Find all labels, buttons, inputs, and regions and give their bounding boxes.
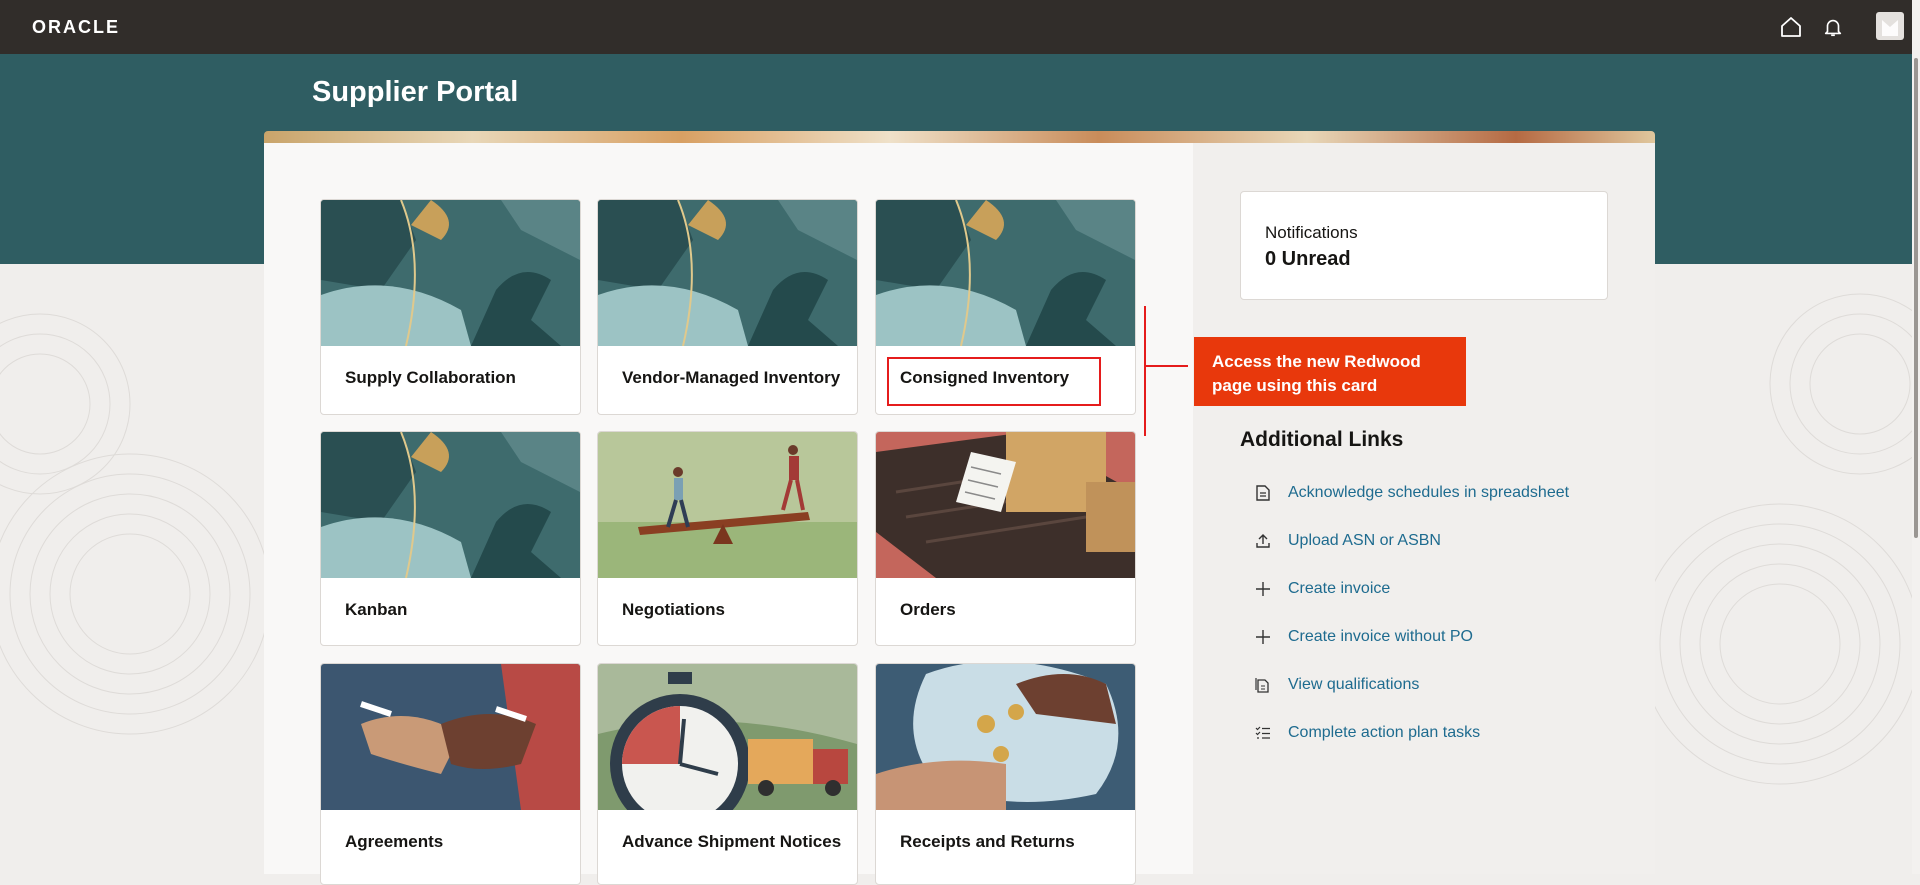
card-image: [876, 664, 1135, 810]
card-image: [321, 664, 580, 810]
upload-icon: [1254, 532, 1272, 550]
card-image: [876, 432, 1135, 578]
link-view-qualifications[interactable]: View qualifications: [1254, 673, 1419, 697]
card-kanban[interactable]: Kanban: [320, 431, 581, 646]
card-label: Supply Collaboration: [345, 368, 516, 387]
plus-icon: [1254, 580, 1272, 598]
link-acknowledge-schedules[interactable]: Acknowledge schedules in spreadsheet: [1254, 481, 1569, 505]
checklist-icon: [1254, 724, 1272, 742]
card-label: Negotiations: [622, 600, 725, 619]
documents-icon: [1254, 676, 1272, 694]
link-complete-action-plan[interactable]: Complete action plan tasks: [1254, 721, 1480, 745]
card-agreements[interactable]: Agreements: [320, 663, 581, 885]
card-image: [321, 432, 580, 578]
card-label: Consigned Inventory: [900, 368, 1070, 387]
link-label: Upload ASN or ASBN: [1288, 532, 1441, 549]
link-upload-asn[interactable]: Upload ASN or ASBN: [1254, 529, 1441, 553]
bell-icon[interactable]: [1820, 14, 1846, 40]
link-label: Create invoice without PO: [1288, 628, 1473, 645]
page-title: Supplier Portal: [312, 76, 519, 108]
link-label: View qualifications: [1288, 676, 1420, 693]
notifications-title: Notifications: [1265, 223, 1358, 242]
home-icon[interactable]: [1778, 14, 1804, 40]
card-orders[interactable]: Orders: [875, 431, 1136, 646]
card-vendor-managed-inventory[interactable]: Vendor-Managed Inventory: [597, 199, 858, 415]
card-image: [598, 432, 857, 578]
card-supply-collaboration[interactable]: Supply Collaboration: [320, 199, 581, 415]
notifications-card[interactable]: Notifications 0 Unread: [1240, 191, 1608, 300]
card-label: Kanban: [345, 600, 408, 619]
oracle-logo[interactable]: ORACLE: [32, 17, 120, 38]
link-create-invoice[interactable]: Create invoice: [1254, 577, 1390, 601]
card-advance-shipment-notices[interactable]: Advance Shipment Notices: [597, 663, 858, 885]
card-image: [598, 664, 857, 810]
link-label: Acknowledge schedules in spreadsheet: [1288, 484, 1570, 501]
card-image: [598, 200, 857, 346]
card-label: Vendor-Managed Inventory: [622, 368, 841, 387]
link-create-invoice-without-po[interactable]: Create invoice without PO: [1254, 625, 1473, 649]
panel-decoration: [264, 131, 1655, 143]
link-label: Complete action plan tasks: [1288, 724, 1481, 741]
document-icon: [1254, 484, 1272, 502]
card-label: Receipts and Returns: [900, 832, 1075, 851]
scrollbar-thumb[interactable]: [1914, 58, 1918, 538]
notifications-count: 0 Unread: [1265, 248, 1351, 270]
card-receipts-and-returns[interactable]: Receipts and Returns: [875, 663, 1136, 885]
card-label: Advance Shipment Notices: [622, 832, 842, 851]
callout-connector: [1146, 365, 1188, 367]
callout-box: Access the new Redwood page using this c…: [1194, 337, 1466, 406]
link-label: Create invoice: [1288, 580, 1391, 597]
card-negotiations[interactable]: Negotiations: [597, 431, 858, 646]
user-avatar[interactable]: [1876, 12, 1904, 40]
card-consigned-inventory[interactable]: Consigned Inventory: [875, 199, 1136, 415]
card-image: [321, 200, 580, 346]
card-label: Agreements: [345, 832, 444, 851]
global-header: ORACLE: [0, 0, 1920, 54]
callout-bracket: [1144, 306, 1146, 436]
card-image: [876, 200, 1135, 346]
card-label: Orders: [900, 600, 956, 619]
plus-icon: [1254, 628, 1272, 646]
additional-links-title: Additional Links: [1240, 428, 1404, 451]
